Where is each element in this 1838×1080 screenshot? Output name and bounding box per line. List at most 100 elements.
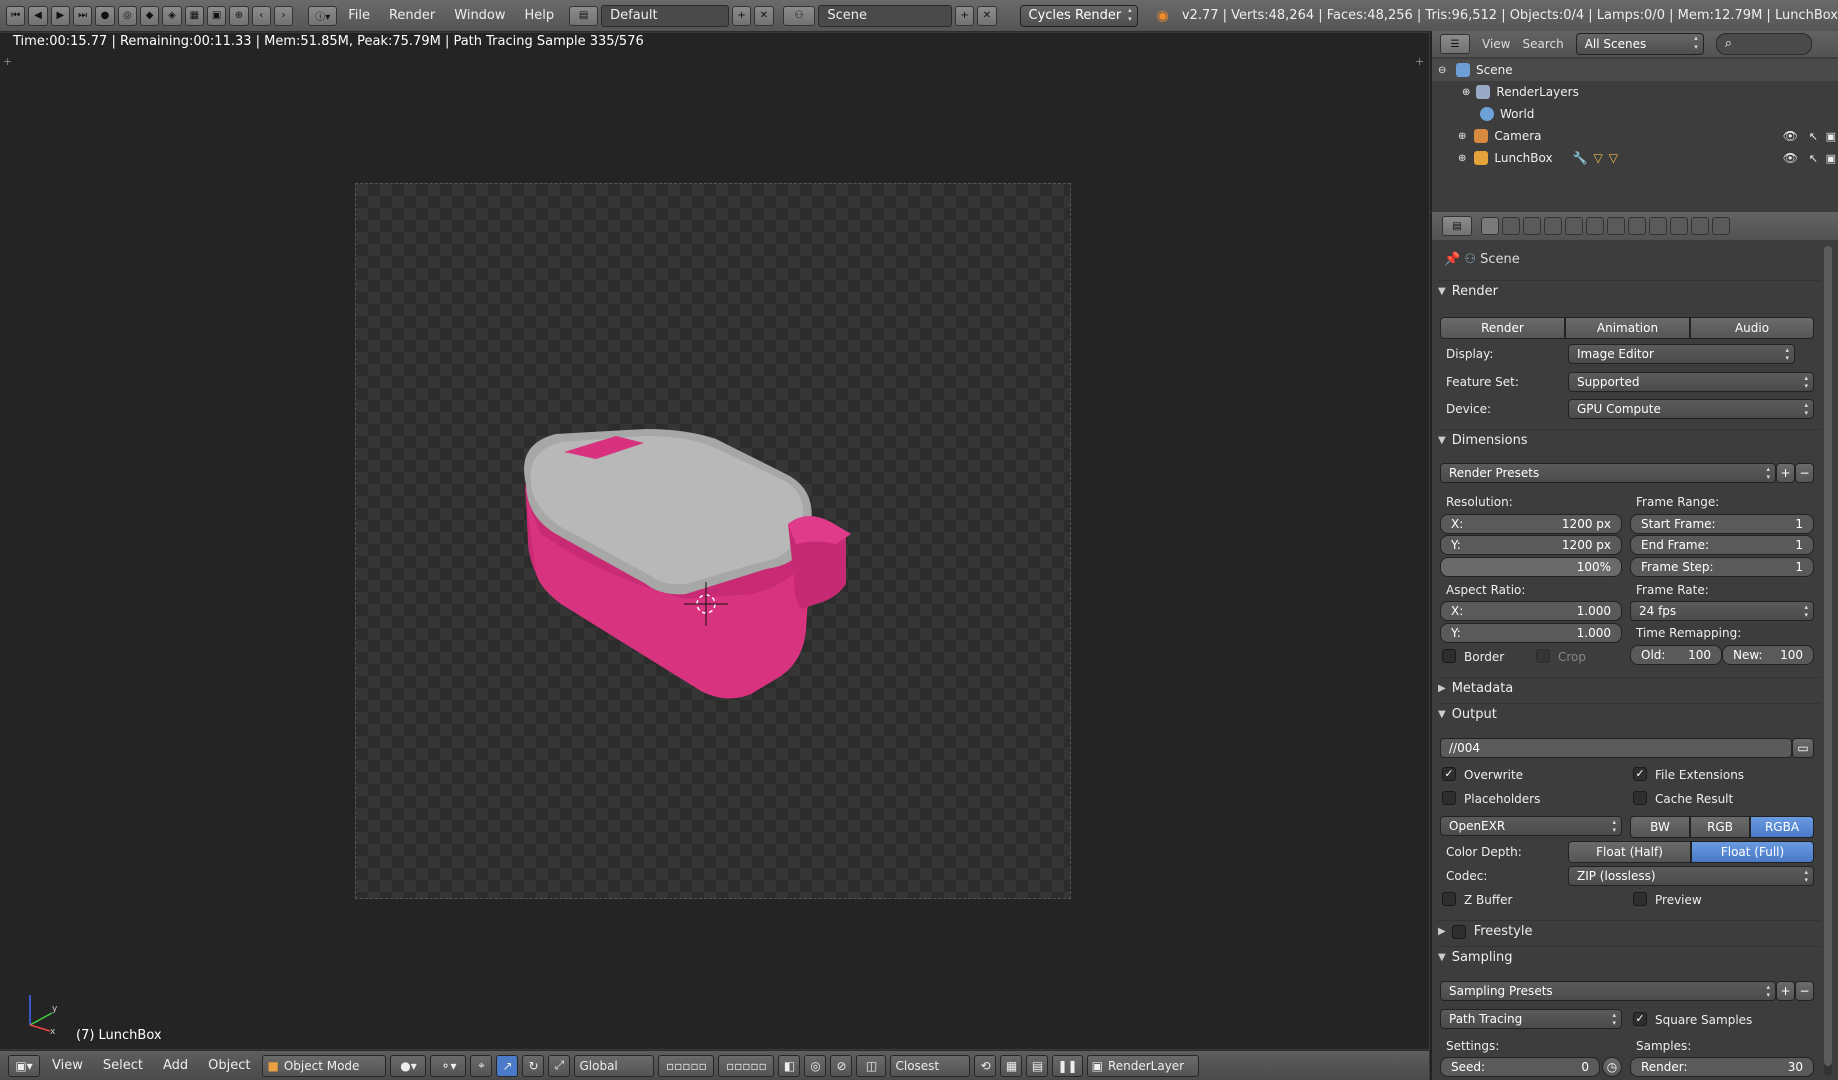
pivot-icon[interactable]: ⚬▾ xyxy=(430,1054,467,1077)
keyframe-icon[interactable]: ◆ xyxy=(139,5,160,26)
integrator-select[interactable]: Path Tracing xyxy=(1440,1009,1622,1029)
checker-icon[interactable]: ▦ xyxy=(184,5,204,26)
shield-icon[interactable]: ◈ xyxy=(162,5,182,26)
snap-icon[interactable]: ⊘ xyxy=(830,1054,853,1077)
frame-step-field[interactable]: Frame Step: 1 xyxy=(1630,557,1814,577)
outliner-search-menu[interactable]: Search xyxy=(1522,37,1563,51)
featureset-select[interactable]: Supported xyxy=(1568,372,1814,392)
properties-scrollbar[interactable] xyxy=(1824,246,1832,1076)
menu-select[interactable]: Select xyxy=(95,1058,151,1073)
region-corner-icon[interactable]: + xyxy=(3,55,12,68)
codec-select[interactable]: ZIP (lossless) xyxy=(1568,866,1814,886)
texture-tab-icon[interactable] xyxy=(1670,217,1688,235)
layers-row1[interactable]: ▫▫▫▫▫ xyxy=(658,1054,715,1077)
end-frame-field[interactable]: End Frame: 1 xyxy=(1630,535,1814,555)
panel-freestyle-header[interactable]: ▶ Freestyle xyxy=(1438,920,1820,942)
cursor-icon[interactable]: ↖ xyxy=(1809,152,1818,165)
align-rotation-icon[interactable]: ⟲ xyxy=(974,1054,997,1077)
render-layer-select[interactable]: ▣ RenderLayer xyxy=(1086,1054,1199,1077)
seed-field[interactable]: Seed: 0 xyxy=(1440,1057,1600,1077)
panel-dimensions-header[interactable]: ▼ Dimensions xyxy=(1438,429,1820,451)
outliner-search-input[interactable]: ⌕ xyxy=(1715,33,1812,55)
play-icon[interactable]: ▶ xyxy=(50,5,70,26)
rgb-button[interactable]: RGB xyxy=(1690,816,1750,838)
remap-new-field[interactable]: New: 100 xyxy=(1722,645,1814,665)
scene-icon[interactable]: ⚇ xyxy=(782,5,816,26)
expand-icon[interactable]: ⊕ xyxy=(1458,131,1466,142)
manipulator-icon[interactable]: ⌖ xyxy=(470,1054,493,1077)
region-corner-icon[interactable]: + xyxy=(1415,55,1424,68)
scrollbar-thumb[interactable] xyxy=(1824,246,1832,1066)
properties-editor-icon[interactable]: ▤ xyxy=(1442,216,1472,236)
physics-tab-icon[interactable] xyxy=(1712,217,1730,235)
resolution-y-field[interactable]: Y: 1200 px xyxy=(1440,535,1622,555)
left-arrow-icon[interactable]: ‹ xyxy=(251,5,271,26)
outliner-item-renderlayers[interactable]: ⊕ RenderLayers xyxy=(1432,81,1838,103)
placeholders-checkbox[interactable] xyxy=(1442,791,1456,805)
menu-add[interactable]: Add xyxy=(155,1058,196,1073)
material-tab-icon[interactable] xyxy=(1649,217,1667,235)
remove-sampling-preset-button[interactable]: − xyxy=(1795,981,1814,1001)
menu-window[interactable]: Window xyxy=(446,8,513,23)
mesh-data-icon[interactable]: ▽ xyxy=(1594,151,1603,165)
outliner-editor-icon[interactable]: ☰ xyxy=(1440,34,1470,54)
render-button[interactable]: Render xyxy=(1440,317,1565,339)
orientation-select[interactable]: Global xyxy=(574,1054,655,1077)
preview-checkbox[interactable] xyxy=(1633,892,1647,906)
jump-end-icon[interactable]: ⏭ xyxy=(72,5,93,26)
float-half-button[interactable]: Float (Half) xyxy=(1568,841,1691,863)
cache-checkbox[interactable] xyxy=(1633,791,1647,805)
outliner-item-scene[interactable]: ⊖ Scene xyxy=(1432,59,1838,81)
outliner-item-lunchbox[interactable]: ⊕ LunchBox 🔧 ▽ ▽ 👁 ↖ ▣ xyxy=(1432,147,1838,169)
framerate-select[interactable]: 24 fps xyxy=(1630,601,1814,621)
aspect-y-field[interactable]: Y: 1.000 xyxy=(1440,623,1622,643)
screen-layout-field[interactable]: Default xyxy=(601,4,729,27)
pause-icon[interactable]: ❚❚ xyxy=(1052,1054,1083,1077)
opengl-render-icon[interactable]: ▦ xyxy=(1000,1054,1023,1077)
modifier-icon[interactable]: 🔧 xyxy=(1573,151,1588,165)
add-scene-icon[interactable]: + xyxy=(954,5,975,26)
pin-icon[interactable]: 📌 xyxy=(1444,252,1460,267)
layers-row2[interactable]: ▫▫▫▫▫ xyxy=(718,1054,775,1077)
scene-field[interactable]: Scene xyxy=(818,4,952,27)
remove-preset-button[interactable]: − xyxy=(1795,463,1814,483)
square-samples-checkbox[interactable]: ✓ xyxy=(1633,1012,1647,1026)
collapse-icon[interactable]: ⊖ xyxy=(1438,65,1446,76)
screen-layout-icon[interactable]: ▤ xyxy=(569,5,599,26)
snap-element-icon[interactable]: ◫ xyxy=(856,1054,887,1077)
scene-tab-icon[interactable] xyxy=(1523,217,1541,235)
outliner-filter-select[interactable]: All Scenes xyxy=(1575,33,1704,55)
constraints-tab-icon[interactable] xyxy=(1586,217,1604,235)
rotate-icon[interactable]: ↻ xyxy=(522,1054,545,1077)
proportional-icon[interactable]: ◎ xyxy=(804,1054,827,1077)
particles-tab-icon[interactable] xyxy=(1691,217,1709,235)
file-format-select[interactable]: OpenEXR xyxy=(1440,816,1622,836)
animation-button[interactable]: Animation xyxy=(1565,317,1690,339)
expand-icon[interactable]: ⊕ xyxy=(1462,87,1470,98)
world-tab-icon[interactable] xyxy=(1544,217,1562,235)
output-path-input[interactable]: //004 xyxy=(1440,738,1792,758)
scale-icon[interactable]: ⤢ xyxy=(548,1054,571,1077)
zbuffer-checkbox[interactable] xyxy=(1442,892,1456,906)
eye-icon[interactable]: 👁 xyxy=(1783,151,1798,165)
start-frame-field[interactable]: Start Frame: 1 xyxy=(1630,514,1814,534)
render-engine-select[interactable]: Cycles Render xyxy=(1019,4,1138,27)
device-select[interactable]: GPU Compute xyxy=(1568,399,1814,419)
file-ext-checkbox[interactable]: ✓ xyxy=(1633,767,1647,781)
add-sampling-preset-button[interactable]: + xyxy=(1776,981,1795,1001)
resolution-x-field[interactable]: X: 1200 px xyxy=(1440,514,1622,534)
camera-render-icon[interactable]: ▣ xyxy=(1826,152,1836,165)
remap-old-field[interactable]: Old: 100 xyxy=(1630,645,1722,665)
add-preset-button[interactable]: + xyxy=(1776,463,1795,483)
mode-select[interactable]: ■ Object Mode xyxy=(262,1054,387,1077)
modifiers-tab-icon[interactable] xyxy=(1607,217,1625,235)
menu-help[interactable]: Help xyxy=(517,8,563,23)
folder-icon[interactable]: ▭ xyxy=(1792,738,1814,758)
menu-render[interactable]: Render xyxy=(381,8,443,23)
object-tab-icon[interactable] xyxy=(1565,217,1583,235)
outliner-item-camera[interactable]: ⊕ Camera 👁 ↖ ▣ xyxy=(1432,125,1838,147)
eye-icon[interactable]: 👁 xyxy=(1783,129,1798,143)
remove-scene-icon[interactable]: ✕ xyxy=(977,5,997,26)
float-full-button[interactable]: Float (Full) xyxy=(1691,841,1814,863)
jump-start-icon[interactable]: ⏮ xyxy=(6,5,26,26)
